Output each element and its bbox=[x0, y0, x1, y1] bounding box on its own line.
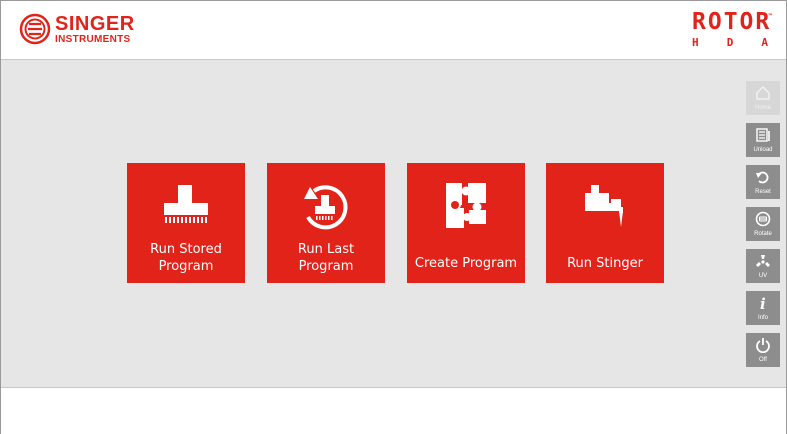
rotor-letter-a: A bbox=[761, 36, 768, 49]
svg-text:i: i bbox=[760, 295, 766, 311]
rotor-wordmark: ROTOR bbox=[692, 9, 772, 35]
stinger-icon bbox=[585, 185, 623, 227]
info-icon: i bbox=[760, 295, 766, 311]
puzzle-icon bbox=[446, 183, 486, 228]
rotate-button-label: Rotate bbox=[754, 231, 772, 237]
run-stored-label-line2: Program bbox=[158, 259, 214, 274]
brand-subtitle: INSTRUMENTS bbox=[55, 33, 131, 45]
home-button[interactable]: Home bbox=[746, 81, 780, 115]
singer-logo-icon bbox=[19, 13, 51, 45]
brand-name: SINGER bbox=[55, 12, 135, 35]
info-button[interactable]: i Info bbox=[746, 291, 780, 325]
trademark-mark: ™ bbox=[768, 13, 772, 20]
rotate-button[interactable]: Rotate bbox=[746, 207, 780, 241]
unload-button[interactable]: Unload bbox=[746, 123, 780, 157]
run-stored-program-button[interactable]: Run Stored Program bbox=[127, 163, 245, 283]
run-stinger-button[interactable]: Run Stinger bbox=[546, 163, 664, 283]
run-last-label-line1: Run Last bbox=[297, 242, 355, 257]
footer-bar bbox=[1, 387, 786, 434]
unload-icon bbox=[756, 128, 770, 142]
run-last-label-line2: Program bbox=[298, 259, 354, 274]
rotor-letter-h: H bbox=[692, 36, 699, 49]
app-window: SINGER INSTRUMENTS ROTOR ™ H D A Run Sto… bbox=[0, 0, 787, 434]
run-stored-label-line1: Run Stored bbox=[150, 242, 222, 257]
reset-button[interactable]: Reset bbox=[746, 165, 780, 199]
singer-logo: SINGER INSTRUMENTS bbox=[19, 13, 135, 45]
pin-pad-icon bbox=[164, 185, 208, 223]
create-program-label: Create Program bbox=[414, 256, 518, 271]
home-button-label: Home bbox=[754, 105, 771, 111]
work-area: Run Stored Program Run Last Program Crea… bbox=[1, 60, 786, 387]
rotor-hda-logo: ROTOR ™ H D A bbox=[692, 11, 772, 51]
off-button[interactable]: Off bbox=[746, 333, 780, 367]
home-icon bbox=[756, 85, 770, 100]
power-icon bbox=[756, 338, 770, 353]
uv-button-label: UV bbox=[758, 273, 768, 279]
unload-button-label: Unload bbox=[753, 147, 773, 153]
uv-icon bbox=[756, 255, 770, 267]
run-stinger-label: Run Stinger bbox=[567, 256, 643, 271]
create-program-button[interactable]: Create Program bbox=[407, 163, 525, 283]
reset-button-label: Reset bbox=[755, 189, 771, 195]
header-bar: SINGER INSTRUMENTS ROTOR ™ H D A bbox=[1, 1, 786, 60]
off-button-label: Off bbox=[759, 357, 767, 363]
rotor-letter-d: D bbox=[726, 36, 734, 49]
reset-icon bbox=[756, 171, 769, 184]
uv-button[interactable]: UV bbox=[746, 249, 780, 283]
rotate-icon bbox=[755, 211, 771, 227]
repeat-pin-pad-icon bbox=[304, 185, 348, 230]
info-button-label: Info bbox=[757, 315, 768, 321]
run-last-program-button[interactable]: Run Last Program bbox=[267, 163, 385, 283]
